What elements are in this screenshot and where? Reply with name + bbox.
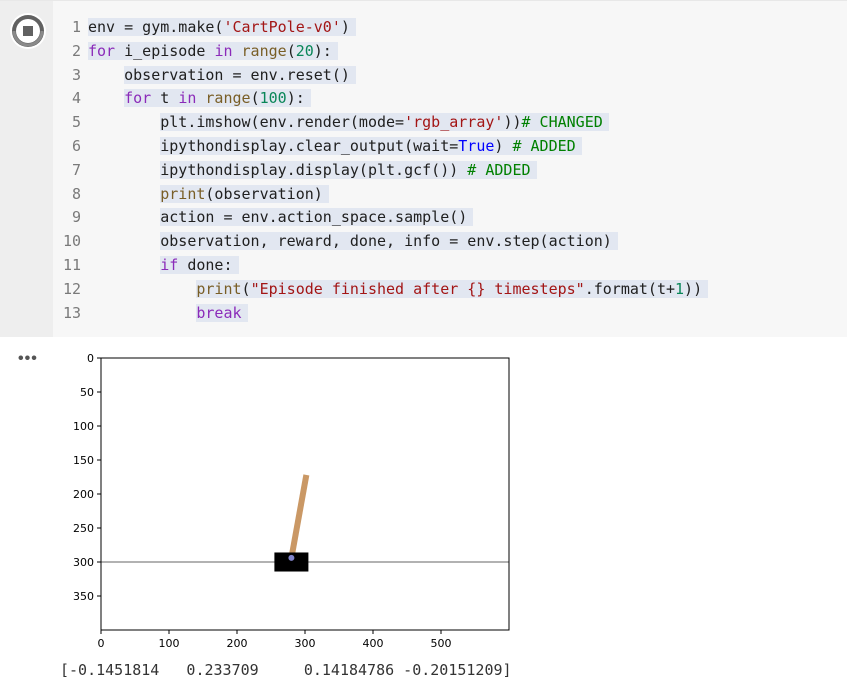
- y-tick-label: 350: [73, 590, 94, 603]
- plot-svg: 0 100 200 300 400 500 0 50 100 150 200 250 300 350: [73, 352, 510, 650]
- code-line[interactable]: break: [88, 302, 708, 326]
- code-cell[interactable]: 1 2 3 4 5 6 7 8 9 10 11 12 13 env = gym.make('CartPo…: [0, 0, 847, 337]
- line-number: 3: [71, 65, 81, 84]
- axle: [288, 554, 295, 561]
- code-line-text: plt.imshow(env.render(mode='rgb_array'))…: [160, 113, 609, 132]
- code-line[interactable]: for t in range(100):: [88, 87, 708, 111]
- line-number: 8: [71, 184, 81, 203]
- y-tick-label: 250: [73, 522, 94, 535]
- code-line[interactable]: for i_episode in range(20):: [88, 40, 708, 64]
- code-line-text: ipythondisplay.clear_output(wait=True) #…: [160, 136, 582, 155]
- code-line[interactable]: ipythondisplay.display(plt.gcf()) # ADDE…: [88, 159, 708, 183]
- code-editor[interactable]: env = gym.make('CartPole-v0') for i_episo…: [88, 16, 709, 326]
- stop-run-icon: [12, 15, 44, 47]
- code-line-text: for i_episode in range(20):: [88, 41, 338, 60]
- line-number: 10: [62, 232, 81, 251]
- x-tick-label: 0: [98, 637, 105, 650]
- code-line[interactable]: observation, reward, done, info = env.st…: [88, 230, 708, 254]
- code-line-text: break: [196, 303, 248, 322]
- code-line[interactable]: if done:: [88, 254, 708, 278]
- y-tick-label: 50: [80, 386, 94, 399]
- run-cell-button[interactable]: [10, 13, 46, 49]
- line-number: 13: [62, 303, 81, 322]
- code-line-text: print("Episode finished after {} timeste…: [196, 279, 709, 298]
- y-tick-label: 200: [73, 488, 94, 501]
- line-number: 12: [62, 279, 81, 298]
- line-numbers: 1 2 3 4 5 6 7 8 9 10 11 12 13: [53, 16, 81, 325]
- x-tick-label: 200: [227, 637, 248, 650]
- code-line-text: env = gym.make('CartPole-v0'): [88, 18, 356, 36]
- cartpole-plot: 0 100 200 300 400 500 0 50 100 150 200 250 300 350: [50, 345, 530, 660]
- line-number: 5: [71, 113, 81, 132]
- code-line-text: action = env.action_space.sample(): [160, 208, 474, 227]
- printed-observation: [-0.1451814 0.233709 0.14184786 -0.20151…: [60, 661, 512, 679]
- code-line[interactable]: action = env.action_space.sample(): [88, 206, 708, 230]
- code-line-text: for t in range(100):: [124, 89, 311, 108]
- code-line-text: print(observation): [160, 184, 329, 203]
- y-tick-label: 0: [87, 352, 94, 365]
- x-tick-label: 500: [431, 637, 452, 650]
- code-line-text: observation, reward, done, info = env.st…: [160, 232, 618, 251]
- code-line-text: observation = env.reset(): [124, 65, 356, 84]
- x-tick-label: 100: [159, 637, 180, 650]
- line-number: 11: [62, 255, 81, 274]
- code-line[interactable]: observation = env.reset(): [88, 64, 708, 88]
- code-line[interactable]: plt.imshow(env.render(mode='rgb_array'))…: [88, 111, 708, 135]
- y-tick-label: 100: [73, 420, 94, 433]
- code-line-text: ipythondisplay.display(plt.gcf()) # ADDE…: [160, 160, 537, 179]
- line-number: 9: [71, 208, 81, 227]
- line-number: 7: [71, 160, 81, 179]
- line-number: 4: [71, 89, 81, 108]
- y-tick-label: 150: [73, 454, 94, 467]
- output-menu-icon[interactable]: •••: [18, 350, 38, 368]
- line-number: 2: [71, 41, 81, 60]
- code-line[interactable]: print("Episode finished after {} timeste…: [88, 278, 709, 302]
- code-line-text: if done:: [160, 255, 239, 274]
- cell-gutter: [0, 1, 53, 337]
- code-line[interactable]: ipythondisplay.clear_output(wait=True) #…: [88, 135, 708, 159]
- code-line[interactable]: env = gym.make('CartPole-v0'): [88, 16, 708, 40]
- line-number: 1: [71, 18, 81, 36]
- y-tick-label: 300: [73, 556, 94, 569]
- x-tick-label: 300: [295, 637, 316, 650]
- code-line[interactable]: print(observation): [88, 183, 708, 207]
- x-tick-label: 400: [363, 637, 384, 650]
- line-number: 6: [71, 136, 81, 155]
